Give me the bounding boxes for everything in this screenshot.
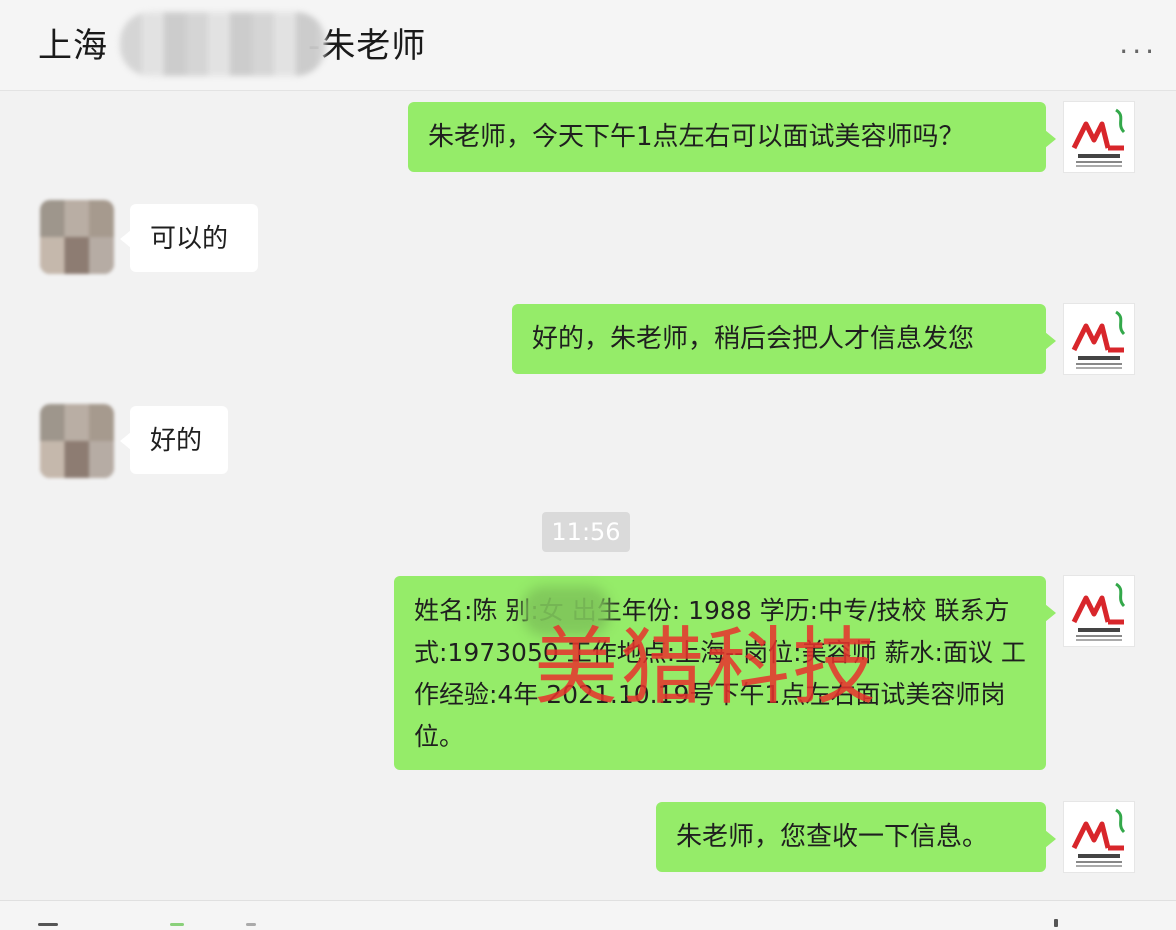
input-toolbar — [0, 901, 1176, 930]
title-redaction — [120, 12, 326, 76]
file-icon[interactable] — [170, 923, 184, 926]
company-logo-avatar[interactable] — [1064, 576, 1134, 646]
message-timestamp: 11:56 — [542, 512, 630, 552]
message-bubble-outgoing[interactable]: 朱老师，您查收一下信息。 — [656, 802, 1056, 872]
company-logo-avatar[interactable] — [1064, 802, 1134, 872]
chat-title-start: 上海 — [38, 26, 108, 66]
contact-avatar[interactable] — [40, 200, 114, 274]
company-logo-avatar[interactable] — [1064, 102, 1134, 172]
contact-avatar[interactable] — [40, 404, 114, 478]
message-bubble-incoming[interactable]: 好的 — [120, 406, 228, 474]
message-bubble-incoming[interactable]: 可以的 — [120, 204, 258, 272]
emoji-icon[interactable] — [38, 923, 58, 926]
chat-header: 上海 -朱老师 ... — [0, 0, 1176, 91]
voice-call-icon[interactable] — [1054, 919, 1058, 927]
company-logo-avatar[interactable] — [1064, 304, 1134, 374]
message-bubble-outgoing[interactable]: 朱老师，今天下午1点左右可以面试美容师吗？ — [408, 102, 1056, 172]
message-bubble-outgoing[interactable]: 姓名:陈 别:女 出生年份: 1988 学历:中专/技校 联系方式:197305… — [394, 576, 1056, 770]
message-bubble-outgoing[interactable]: 好的，朱老师，稍后会把人才信息发您 — [512, 304, 1056, 374]
more-options-icon[interactable]: ... — [1119, 30, 1158, 58]
screenshot-icon[interactable] — [246, 923, 256, 926]
info-redaction — [522, 586, 610, 636]
